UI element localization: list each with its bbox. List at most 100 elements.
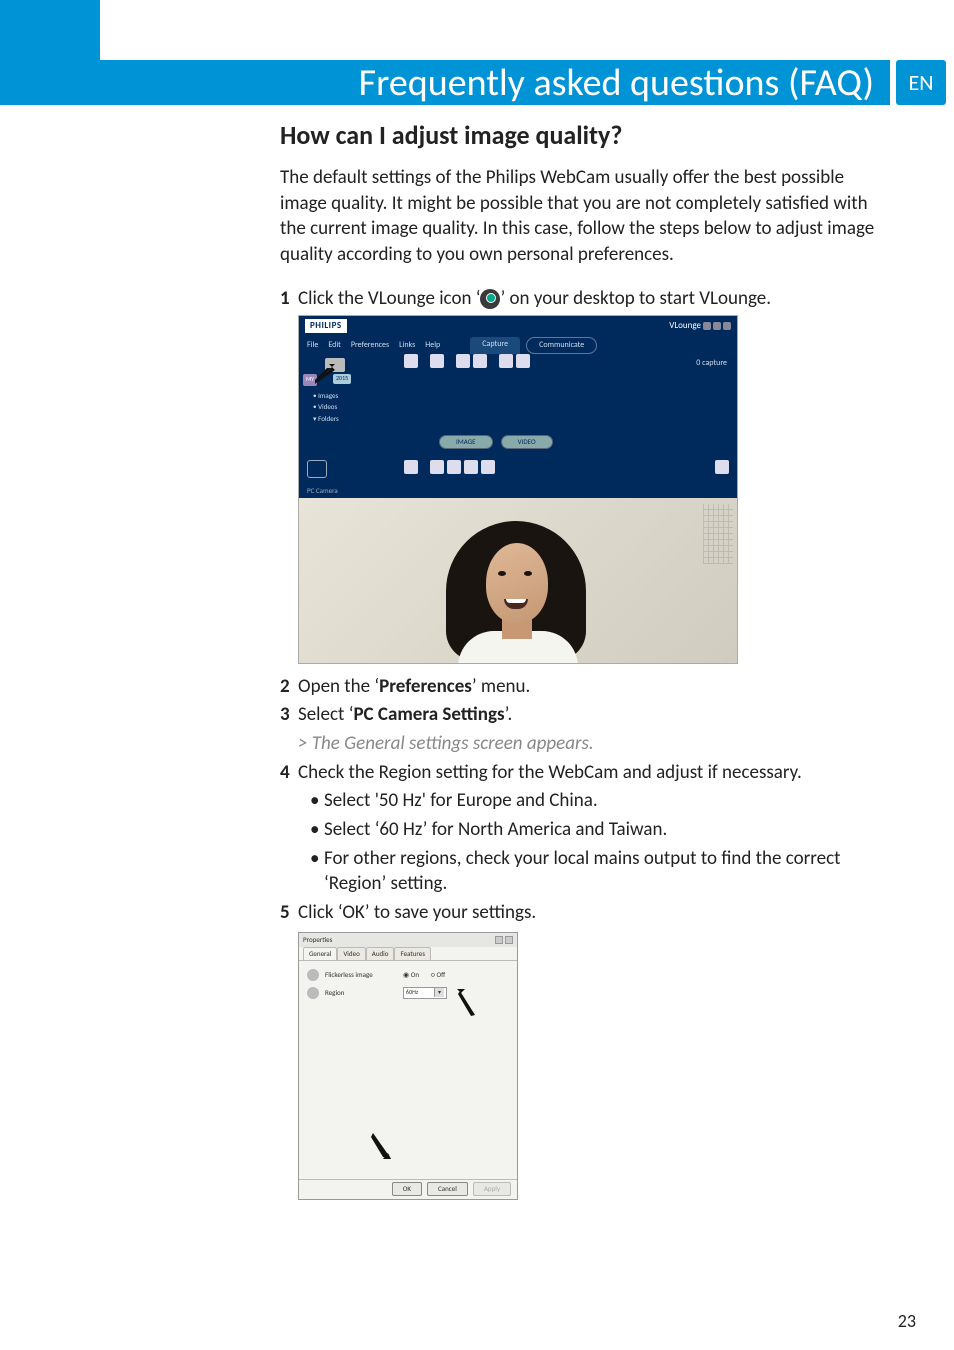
menu-edit: Edit (328, 340, 341, 351)
step-text: Open the ‘Preferences’ menu. (298, 674, 890, 700)
step-5: 5 Click ‘OK’ to save your settings. (280, 900, 890, 926)
preview-grid-decoration (703, 504, 733, 564)
step-3: 3 Select ‘PC Camera Settings’. (280, 702, 890, 728)
toolbar-icon (430, 354, 444, 368)
toolbar-icon (456, 354, 470, 368)
menu-links: Links (399, 340, 415, 351)
tab-audio: Audio (366, 947, 395, 960)
page-content: How can I adjust image quality? The defa… (280, 118, 890, 1200)
toolbar-icon (473, 354, 487, 368)
properties-tabs: General Video Audio Features (299, 947, 517, 961)
vlounge-lower-toolbar (299, 454, 737, 484)
region-value: 60Hz (406, 988, 418, 996)
apply-button: Apply (473, 1182, 511, 1195)
tab-general: General (303, 947, 337, 960)
intro-paragraph: The default settings of the Philips WebC… (280, 165, 890, 268)
properties-titlebar: Properties (299, 933, 517, 947)
sidebar-item-images: • Images (313, 390, 339, 401)
step-2: 2 Open the ‘Preferences’ menu. (280, 674, 890, 700)
toolbar-icon (499, 354, 513, 368)
lozenge-video: VIDEO (501, 435, 553, 448)
toolbar-icon (404, 460, 418, 474)
toolbar-icon (464, 460, 478, 474)
step-number: 1 (280, 286, 298, 312)
step-text: Check the Region setting for the WebCam … (298, 760, 890, 786)
toolbar-icon (516, 354, 530, 368)
chapter-title: Frequently asked questions (FAQ) (359, 60, 874, 106)
callout-arrow-icon (313, 362, 337, 386)
menu-help: Help (425, 340, 440, 351)
language-code: EN (909, 69, 934, 96)
left-blue-bar (0, 0, 100, 105)
step-1: 1 Click the VLounge icon ‘ ’ on your desk… (280, 286, 890, 312)
menu-preferences: Preferences (351, 340, 389, 351)
vlounge-mid-bar: IMAGE VIDEO (299, 432, 737, 454)
vlounge-title: VLounge (669, 320, 731, 332)
vlounge-label: VLounge (669, 320, 701, 332)
page-number: 23 (898, 1310, 916, 1332)
pc-camera-label: PC Camera (299, 484, 737, 497)
camera-preview (299, 498, 737, 663)
step-number: 5 (280, 900, 298, 926)
step-3-post: ’. (505, 703, 513, 726)
cancel-button: Cancel (427, 1182, 468, 1195)
step-1-pre: Click the VLounge icon ‘ (298, 287, 480, 310)
step-2-post: ’ menu. (472, 675, 530, 698)
chapter-header-bar: Frequently asked questions (FAQ) (100, 60, 890, 105)
figure-vlounge-app: PHILIPS VLounge File Edit Preferences Li… (298, 315, 738, 663)
vlounge-icon (480, 289, 500, 309)
step-number: 3 (280, 702, 298, 728)
flicker-icon (307, 969, 319, 981)
step-4-bullet-1: Select '50 Hz' for Europe and China. (310, 788, 890, 814)
section-heading: How can I adjust image quality? (280, 118, 890, 153)
sidebar-item-folders: ▾ Folders (313, 413, 339, 424)
menu-file: File (307, 340, 318, 351)
philips-logo: PHILIPS (305, 319, 347, 333)
callout-arrow-icon (371, 1131, 391, 1159)
step-1-post: ’ on your desktop to start VLounge. (500, 287, 771, 310)
dropdown-icon: ▾ (434, 988, 444, 996)
step-text: Click ‘OK’ to save your settings. (298, 900, 890, 926)
step-text: Click the VLounge icon ‘ ’ on your deskto… (298, 286, 890, 312)
figure-properties-dialog: Properties General Video Audio Features … (298, 932, 518, 1200)
step-2-bold: Preferences (379, 675, 472, 698)
properties-buttons: OK Cancel Apply (299, 1179, 517, 1199)
bullet-text: Select ‘60 Hz’ for North America and Tai… (324, 817, 667, 843)
radio-on: On (403, 970, 419, 979)
toolbar-icon (430, 460, 444, 474)
toolbar-icon (481, 460, 495, 474)
region-select: 60Hz ▾ (403, 987, 447, 999)
step-4-bullet-2: Select ‘60 Hz’ for North America and Tai… (310, 817, 890, 843)
step-number: 2 (280, 674, 298, 700)
region-icon (307, 987, 319, 999)
eject-icon (715, 460, 729, 474)
mode-lozenges: IMAGE VIDEO (439, 435, 553, 448)
properties-title: Properties (303, 935, 332, 944)
bullet-text: Select '50 Hz' for Europe and China. (324, 788, 598, 814)
capture-count: 0 capture (696, 358, 727, 369)
flicker-label: Flickerless image (325, 970, 397, 979)
language-badge: EN (896, 60, 946, 105)
radio-off: Off (431, 970, 445, 979)
camera-icon (307, 460, 327, 478)
vlounge-tabs: Capture Communicate (470, 337, 597, 354)
flicker-radios: On Off (403, 970, 445, 979)
step-4-bullet-3: For other regions, check your local main… (310, 846, 890, 897)
toolbar-icons (404, 354, 530, 368)
step-number: 4 (280, 760, 298, 786)
callout-arrow-icon (457, 989, 477, 1017)
tab-communicate: Communicate (526, 337, 597, 354)
row-flickerless: Flickerless image On Off (307, 969, 509, 981)
vlounge-upper-panel: MY 2015 • Images • Videos ▾ Folders (299, 354, 737, 432)
preview-person (408, 503, 628, 663)
step-3-note: > The General settings screen appears. (298, 731, 890, 757)
vlounge-titlebar: PHILIPS VLounge (299, 316, 737, 336)
toolbar-icon (447, 460, 461, 474)
tab-capture: Capture (470, 337, 520, 354)
toolbar-icon (404, 354, 418, 368)
window-controls (703, 322, 731, 330)
tab-features: Features (394, 947, 430, 960)
step-2-pre: Open the ‘ (298, 675, 379, 698)
tab-video: Video (337, 947, 365, 960)
window-control-icons (495, 936, 513, 944)
